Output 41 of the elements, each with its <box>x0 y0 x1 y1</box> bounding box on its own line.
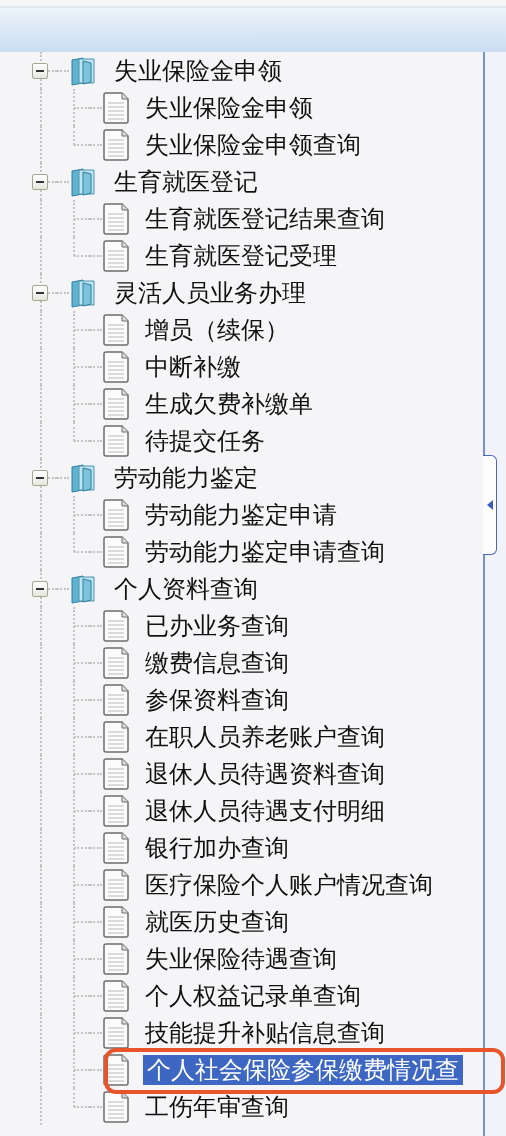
tree-item[interactable]: 失业保险待遇查询 <box>143 943 339 974</box>
collapse-toggle[interactable] <box>32 285 48 301</box>
tree-item[interactable]: 医疗保险个人账户情况查询 <box>143 869 435 900</box>
tree-item[interactable]: 技能提升补贴信息查询 <box>143 1017 387 1048</box>
tree-item[interactable]: 待提交任务 <box>143 425 267 456</box>
tree-item[interactable]: 灵活人员业务办理 <box>112 277 308 308</box>
tree-item[interactable]: 退休人员待遇资料查询 <box>143 758 387 789</box>
collapse-toggle[interactable] <box>32 174 48 190</box>
tree-item[interactable]: 增员（续保） <box>143 314 291 345</box>
tree-item[interactable]: 劳动能力鉴定申请 <box>143 499 339 530</box>
tree-item[interactable]: 失业保险金申领查询 <box>143 129 363 160</box>
tree-item[interactable]: 生育就医登记 <box>112 166 260 197</box>
tree-item[interactable]: 劳动能力鉴定申请查询 <box>143 536 387 567</box>
collapse-tab[interactable] <box>483 455 497 555</box>
tree-item[interactable]: 个人资料查询 <box>112 573 260 604</box>
tree-item[interactable]: 就医历史查询 <box>143 906 291 937</box>
tree-item[interactable]: 生育就医登记结果查询 <box>143 203 387 234</box>
tree-item[interactable]: 缴费信息查询 <box>143 647 291 678</box>
tree-item[interactable]: 参保资料查询 <box>143 684 291 715</box>
folder-icon <box>69 573 97 604</box>
folder-icon <box>69 55 97 86</box>
tree-item[interactable]: 生育就医登记受理 <box>143 240 339 271</box>
tree-item[interactable]: 工伤年审查询 <box>143 1091 291 1122</box>
collapse-toggle[interactable] <box>32 63 48 79</box>
collapse-arrow-icon <box>486 500 493 510</box>
collapse-toggle[interactable] <box>32 470 48 486</box>
tree-item[interactable]: 失业保险金申领 <box>112 55 284 86</box>
tree-item[interactable]: 个人社会保险参保缴费情况查 <box>143 1054 463 1085</box>
tree-item[interactable]: 已办业务查询 <box>143 610 291 641</box>
tree-item[interactable]: 退休人员待遇支付明细 <box>143 795 387 826</box>
folder-icon <box>69 166 97 197</box>
collapse-toggle[interactable] <box>32 581 48 597</box>
tree-item[interactable]: 中断补缴 <box>143 351 243 382</box>
folder-icon <box>69 277 97 308</box>
tree-item[interactable]: 失业保险金申领 <box>143 92 315 123</box>
tree-item[interactable]: 银行加办查询 <box>143 832 291 863</box>
folder-icon <box>69 462 97 493</box>
tree-item[interactable]: 劳动能力鉴定 <box>112 462 260 493</box>
tree-item[interactable]: 生成欠费补缴单 <box>143 388 315 419</box>
tree-item[interactable]: 个人权益记录单查询 <box>143 980 363 1011</box>
tree-item[interactable]: 在职人员养老账户查询 <box>143 721 387 752</box>
